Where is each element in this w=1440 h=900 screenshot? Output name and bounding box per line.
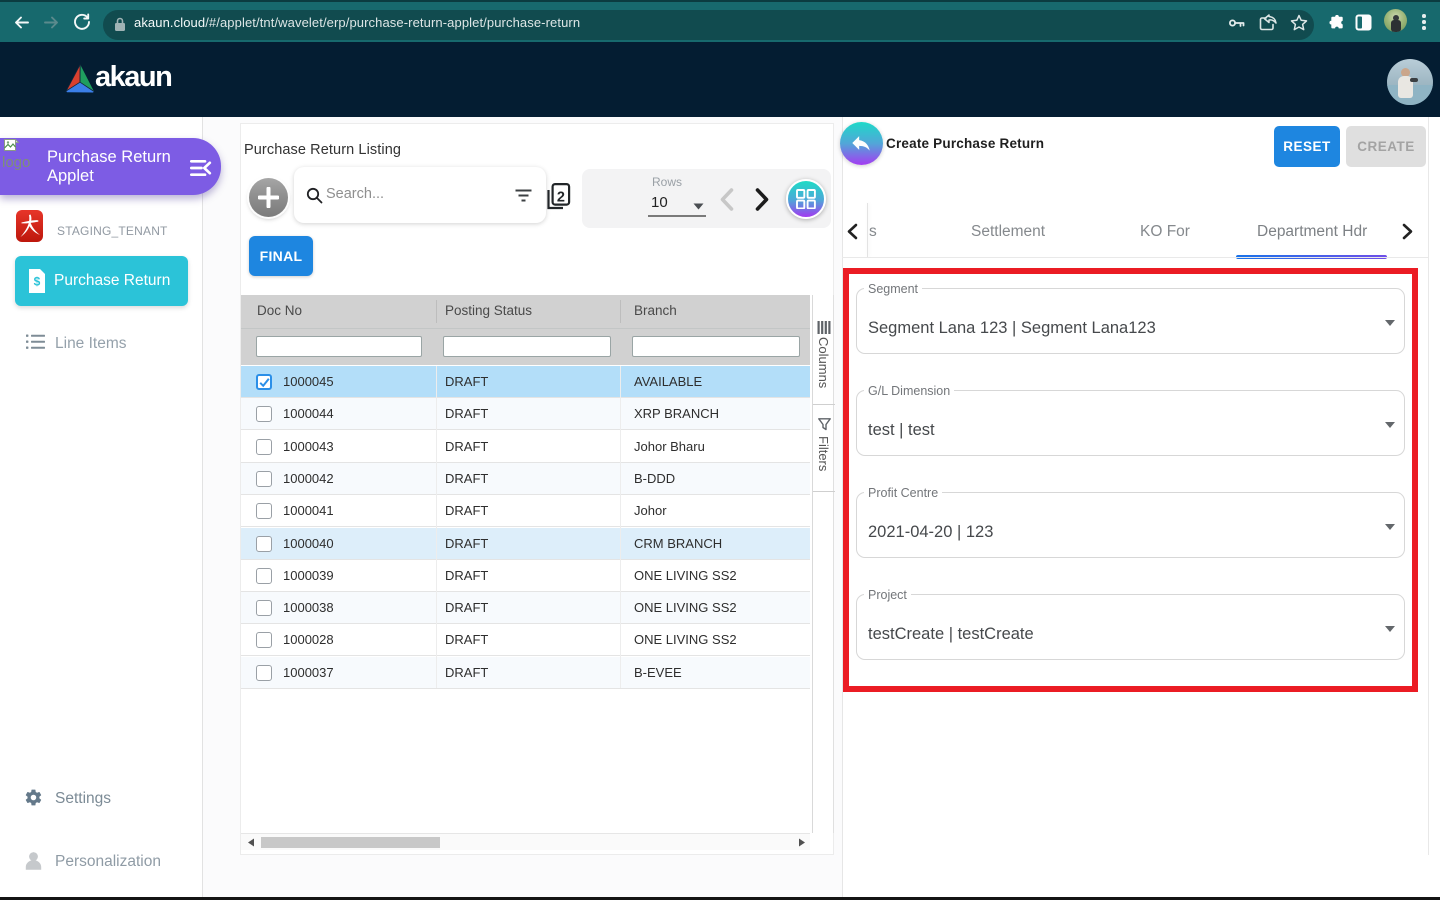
svg-text:$: $ bbox=[34, 275, 41, 289]
svg-text:2: 2 bbox=[557, 190, 565, 206]
